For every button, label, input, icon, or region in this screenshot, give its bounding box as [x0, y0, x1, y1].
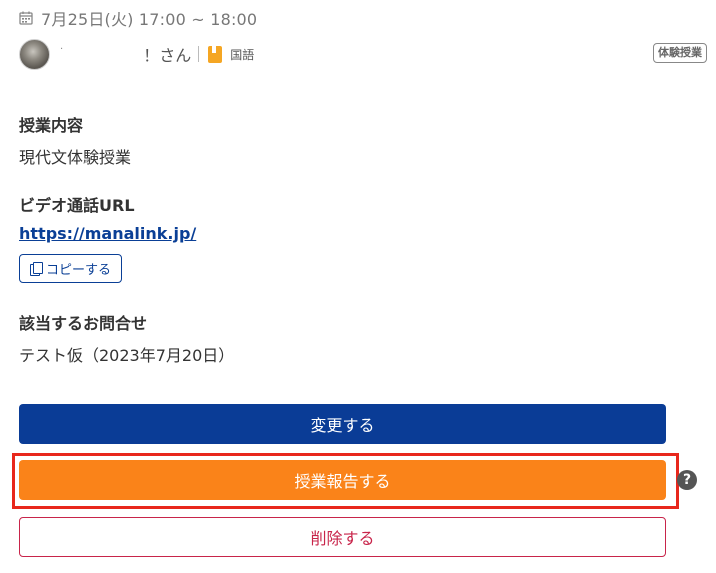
video-url-label: ビデオ通話URL	[19, 196, 135, 215]
user-name-dot: ·	[60, 43, 64, 55]
user-name: ！さん	[143, 46, 192, 65]
subject-book-icon	[208, 45, 223, 63]
copy-button-label: コピーする	[45, 263, 111, 278]
delete-button[interactable]: 削除する	[19, 517, 666, 557]
change-button-label: 変更する	[310, 416, 375, 435]
content-value: 現代文体験授業	[19, 148, 132, 167]
report-lesson-button[interactable]: 授業報告する	[19, 460, 666, 500]
video-url-link[interactable]: https://manalink.jp/	[19, 224, 196, 243]
report-button-label: 授業報告する	[294, 472, 391, 491]
help-icon[interactable]: ?	[677, 470, 697, 490]
copy-icon	[29, 262, 43, 276]
divider	[198, 46, 200, 62]
trial-lesson-badge: 体験授業	[653, 43, 707, 63]
lesson-datetime-row: 7月25日(火) 17:00 ~ 18:00	[19, 8, 258, 29]
copy-button[interactable]: コピーする	[19, 254, 122, 283]
content-label: 授業内容	[19, 116, 84, 135]
inquiry-value: テスト仮（2023年7月20日）	[19, 346, 235, 365]
lesson-user-row: · ！さん 国語 体験授業	[19, 38, 707, 70]
delete-button-label: 削除する	[310, 529, 375, 548]
lesson-datetime: 7月25日(火) 17:00 ~ 18:00	[41, 10, 258, 29]
avatar[interactable]	[19, 38, 50, 70]
subject-label: 国語	[230, 47, 255, 62]
calendar-icon	[19, 11, 33, 25]
change-button[interactable]: 変更する	[19, 404, 666, 444]
inquiry-label: 該当するお問合せ	[19, 314, 148, 333]
